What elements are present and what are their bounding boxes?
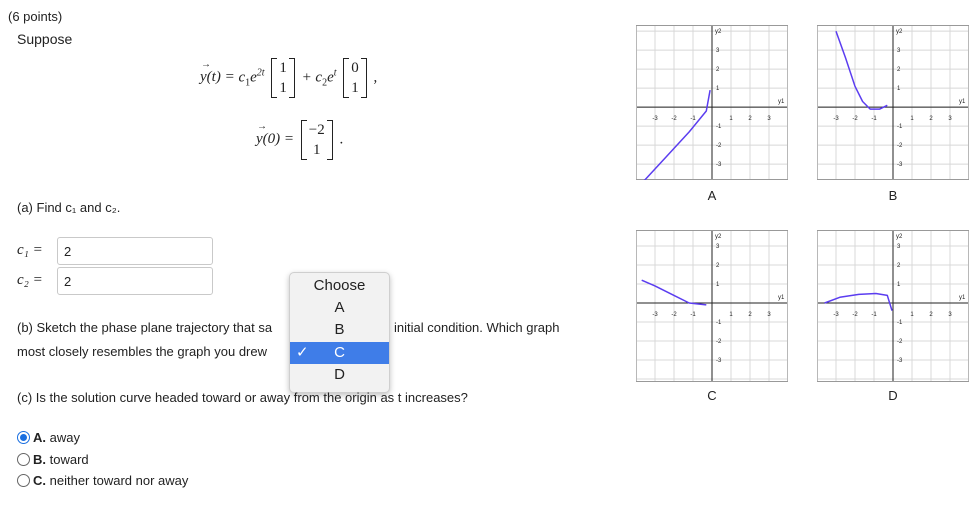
equation-lhs: y(t) = xyxy=(200,69,235,86)
ic-period: . xyxy=(339,131,344,148)
intro-text: Suppose xyxy=(17,31,73,47)
svg-text:y2: y2 xyxy=(896,234,903,240)
dropdown-placeholder[interactable]: Choose xyxy=(290,275,389,297)
svg-text:-1: -1 xyxy=(897,124,903,130)
graph-d[interactable]: -3-3-2-2-1-1112233y1y2 xyxy=(817,230,969,382)
part-b-prompt-end: initial condition. Which graph xyxy=(394,320,560,335)
c2-label: c₂ = xyxy=(17,272,43,288)
graph-c-label: C xyxy=(707,388,717,403)
vector-1-bottom: 1 xyxy=(279,80,287,96)
svg-text:-1: -1 xyxy=(897,320,903,326)
check-icon: ✓ xyxy=(296,344,309,361)
svg-text:-1: -1 xyxy=(690,116,696,122)
svg-text:-3: -3 xyxy=(716,162,722,168)
svg-text:-3: -3 xyxy=(897,162,903,168)
svg-text:y2: y2 xyxy=(896,29,903,35)
graph-b[interactable]: -3-3-2-2-1-1112233y1y2 xyxy=(817,25,969,180)
part-b-prompt-start: (b) Sketch the phase plane trajectory th… xyxy=(17,320,273,335)
c1-label: c₁ = xyxy=(17,242,43,258)
graph-c[interactable]: -3-3-2-2-1-1112233y1y2 xyxy=(636,230,788,382)
plus-c2: + c xyxy=(301,69,323,86)
svg-text:-2: -2 xyxy=(852,116,858,122)
svg-text:-2: -2 xyxy=(716,339,722,345)
dropdown-option-c-label: C xyxy=(334,344,345,361)
option-away-text: away xyxy=(49,430,80,445)
svg-text:-3: -3 xyxy=(833,116,839,122)
part-a-prompt: (a) Find c₁ and c₂. xyxy=(17,200,121,215)
svg-text:y1: y1 xyxy=(959,295,966,301)
svg-text:-2: -2 xyxy=(897,339,903,345)
vector-arrow-icon: → xyxy=(201,59,211,71)
option-toward-letter: B. xyxy=(33,452,46,467)
exp-base-2: e xyxy=(327,69,334,86)
c1-input[interactable]: 2 xyxy=(57,237,213,265)
part-c-prompt: (c) Is the solution curve headed toward … xyxy=(17,390,468,405)
vector-2-bottom: 1 xyxy=(351,80,359,96)
graph-b-label: B xyxy=(888,188,898,203)
dropdown-option-b[interactable]: B xyxy=(290,319,389,341)
svg-text:-2: -2 xyxy=(716,143,722,149)
svg-text:-2: -2 xyxy=(897,143,903,149)
graph-a-label: A xyxy=(707,188,717,203)
graph-a[interactable]: -3-3-2-2-1-1112233y1y2 xyxy=(636,25,788,180)
svg-text:-1: -1 xyxy=(716,124,722,130)
ic-lhs: y(0) = xyxy=(256,131,295,148)
points-label: (6 points) xyxy=(8,9,63,24)
svg-text:-2: -2 xyxy=(671,312,677,318)
svg-text:y1: y1 xyxy=(959,99,966,105)
vector-1-top: 1 xyxy=(279,60,287,76)
radio-away[interactable] xyxy=(17,431,30,444)
c2-input[interactable]: 2 xyxy=(57,267,213,295)
svg-text:y1: y1 xyxy=(778,99,785,105)
exp-power-2: t xyxy=(333,67,337,79)
dropdown-option-c[interactable]: ✓ C xyxy=(290,342,389,364)
exp-power-1: 2t xyxy=(256,67,265,79)
svg-text:-3: -3 xyxy=(897,358,903,364)
equation-comma: , xyxy=(373,69,378,86)
option-neither-letter: C. xyxy=(33,473,46,488)
svg-text:y2: y2 xyxy=(715,234,722,240)
part-b-prompt-line2: most closely resembles the graph you dre… xyxy=(17,344,268,359)
svg-text:y2: y2 xyxy=(715,29,722,35)
ic-vector-bottom: 1 xyxy=(313,142,321,158)
vector-2-top: 0 xyxy=(351,60,359,76)
vector-2: 0 1 xyxy=(343,58,367,98)
option-away-letter: A. xyxy=(33,430,46,445)
svg-text:-1: -1 xyxy=(871,312,877,318)
svg-text:-3: -3 xyxy=(652,116,658,122)
svg-text:-3: -3 xyxy=(652,312,658,318)
dropdown-option-a[interactable]: A xyxy=(290,297,389,319)
svg-text:y1: y1 xyxy=(778,295,785,301)
radio-neither[interactable] xyxy=(17,474,30,487)
option-neither-text: neither toward nor away xyxy=(49,473,189,488)
radio-toward[interactable] xyxy=(17,453,30,466)
vector-arrow-icon: → xyxy=(257,121,267,133)
initial-condition: → y(0) = −2 1 . xyxy=(256,120,343,160)
vector-1: 1 1 xyxy=(271,58,295,98)
svg-text:-3: -3 xyxy=(716,358,722,364)
option-toward[interactable]: B. toward xyxy=(33,452,89,467)
option-neither[interactable]: C. neither toward nor away xyxy=(33,473,188,488)
svg-text:-2: -2 xyxy=(671,116,677,122)
svg-text:-3: -3 xyxy=(833,312,839,318)
ic-vector: −2 1 xyxy=(300,120,333,160)
svg-text:-1: -1 xyxy=(716,320,722,326)
ic-vector-top: −2 xyxy=(308,122,325,138)
dropdown-option-d[interactable]: D xyxy=(290,364,389,386)
svg-text:-1: -1 xyxy=(871,116,877,122)
option-toward-text: toward xyxy=(49,452,89,467)
option-away[interactable]: A. away xyxy=(33,430,80,445)
solution-equation: → y(t) = c1e2t 1 1 + c2et 0 1 , xyxy=(200,58,377,98)
svg-text:-2: -2 xyxy=(852,312,858,318)
graph-d-label: D xyxy=(888,388,898,403)
exp-base-1: e xyxy=(250,69,257,86)
graph-select-dropdown[interactable]: Choose A B ✓ C D xyxy=(289,272,390,393)
svg-text:-1: -1 xyxy=(690,312,696,318)
